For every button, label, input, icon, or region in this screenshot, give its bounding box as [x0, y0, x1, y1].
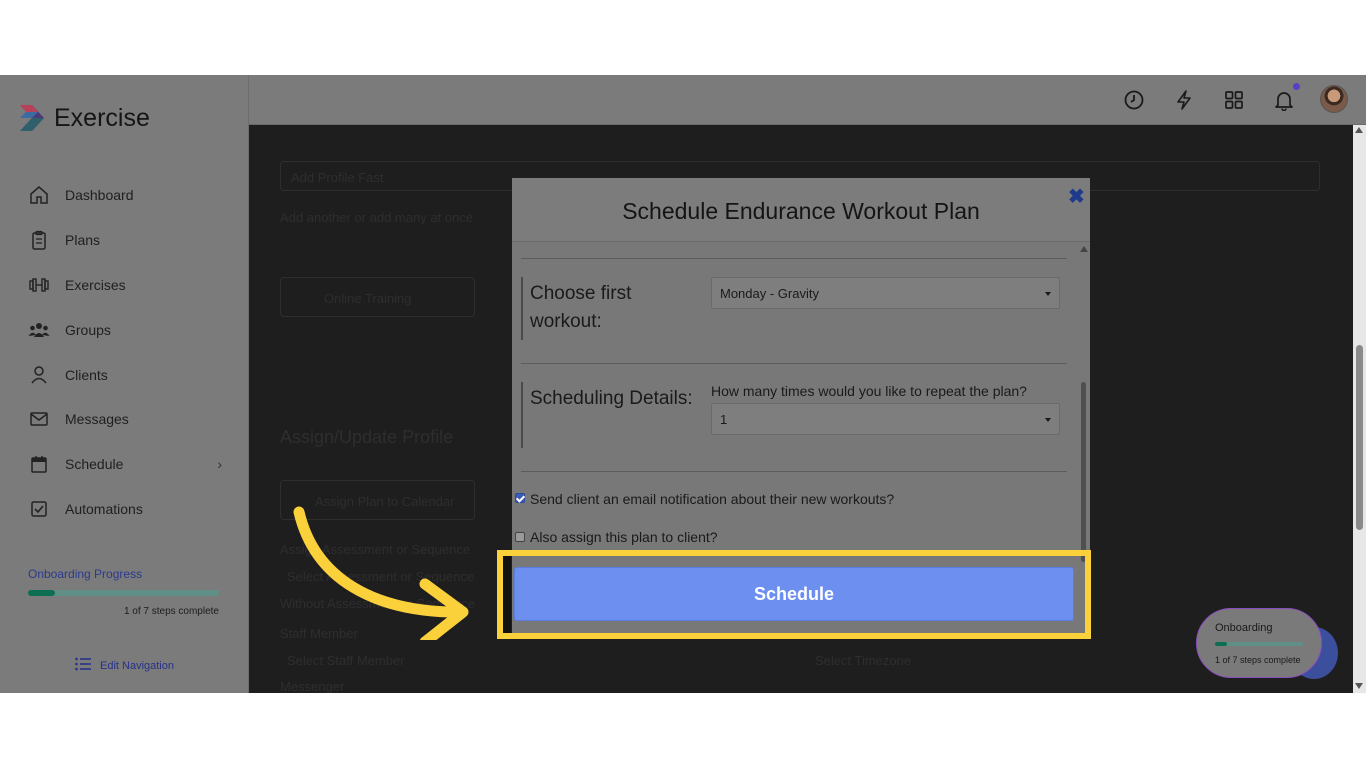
exercise-logo-icon	[20, 105, 44, 131]
clipboard-icon	[28, 229, 50, 251]
user-icon	[28, 364, 50, 386]
scheduling-details-label: Scheduling Details:	[530, 388, 693, 409]
email-notification-checkbox[interactable]	[515, 493, 525, 503]
bg-text: Add another or add many at once	[280, 210, 473, 225]
first-workout-value: Monday - Gravity	[720, 286, 819, 301]
sidebar-item-label: Exercises	[65, 276, 126, 293]
sidebar-item-label: Plans	[65, 232, 101, 249]
list-icon	[75, 657, 91, 674]
edit-navigation-link[interactable]: Edit Navigation	[75, 657, 174, 674]
sidebar-item-exercises[interactable]: Exercises	[28, 263, 228, 308]
onboarding-progress-fill	[28, 590, 55, 596]
bg-text: Online Training	[324, 291, 412, 306]
first-workout-label: Choose first workout:	[530, 283, 632, 332]
divider	[521, 363, 1067, 364]
divider	[521, 258, 1067, 259]
top-header	[249, 75, 1366, 125]
bg-text: Select Timezone	[815, 653, 912, 668]
groups-icon	[28, 319, 50, 341]
scroll-down-icon[interactable]	[1355, 683, 1363, 689]
page-scrollbar[interactable]	[1353, 125, 1366, 693]
home-icon	[28, 184, 50, 206]
first-workout-select[interactable]: Monday - Gravity	[711, 277, 1060, 309]
onboarding-progress-bar	[28, 590, 219, 596]
sidebar-item-label: Dashboard	[65, 187, 134, 204]
sidebar-item-label: Schedule	[65, 456, 124, 473]
sidebar-item-label: Messages	[65, 411, 129, 428]
checkbox-icon	[28, 498, 50, 520]
onboarding-widget[interactable]: Onboarding 1 of 7 steps complete	[1196, 608, 1322, 678]
mail-icon	[28, 408, 50, 430]
scroll-up-icon[interactable]	[1355, 127, 1363, 133]
pointer-arrow-icon	[293, 506, 469, 640]
sidebar-item-automations[interactable]: Automations	[28, 487, 228, 532]
close-icon[interactable]: ✖	[1068, 184, 1085, 209]
divider	[521, 471, 1067, 472]
onboarding-steps-text: 1 of 7 steps complete	[123, 606, 219, 617]
app-window: Exercise Dashboard Plans Exercises Group…	[0, 75, 1366, 693]
highlight-box	[497, 550, 1091, 639]
sidebar: Exercise Dashboard Plans Exercises Group…	[0, 75, 249, 693]
onboarding-widget-fill	[1215, 642, 1227, 646]
sidebar-item-plans[interactable]: Plans	[28, 218, 228, 263]
app-logo[interactable]: Exercise	[18, 103, 150, 133]
field-accent-bar	[521, 277, 523, 340]
sidebar-item-schedule[interactable]: Schedule ›	[28, 442, 228, 487]
scroll-up-icon[interactable]	[1080, 246, 1088, 252]
bg-text: Select Staff Member	[287, 653, 405, 668]
field-accent-bar	[521, 382, 523, 448]
scrollbar-thumb[interactable]	[1356, 345, 1363, 530]
onboarding-widget-steps: 1 of 7 steps complete	[1215, 655, 1301, 665]
onboarding-widget-bar	[1215, 642, 1303, 646]
bolt-icon[interactable]	[1173, 89, 1195, 111]
assign-plan-checkbox[interactable]	[515, 532, 525, 542]
calendar-icon	[28, 453, 50, 475]
bg-text: Assign/Update Profile	[280, 427, 454, 447]
email-notification-label: Send client an email notification about …	[530, 491, 895, 507]
caret-down-icon	[1045, 292, 1051, 296]
clock-icon[interactable]	[1123, 89, 1145, 111]
avatar[interactable]	[1320, 85, 1348, 113]
assign-plan-label: Also assign this plan to client?	[530, 529, 718, 545]
sidebar-item-messages[interactable]: Messages	[28, 397, 228, 442]
repeat-question: How many times would you like to repeat …	[711, 383, 1027, 399]
onboarding-widget-title: Onboarding	[1215, 622, 1273, 634]
modal-scrollbar-thumb[interactable]	[1081, 382, 1086, 562]
sidebar-nav: Dashboard Plans Exercises Groups Clients…	[28, 173, 228, 531]
app-name: Exercise	[54, 103, 150, 132]
sidebar-item-label: Clients	[65, 366, 108, 383]
modal-header: Schedule Endurance Workout Plan ✖	[512, 178, 1090, 242]
repeat-count-select[interactable]: 1	[711, 403, 1060, 435]
bell-icon[interactable]	[1273, 89, 1295, 111]
sidebar-item-dashboard[interactable]: Dashboard	[28, 173, 228, 218]
repeat-count-value: 1	[720, 412, 728, 427]
bg-text: Add Profile Fast	[291, 170, 384, 185]
chevron-right-icon: ›	[217, 456, 222, 473]
onboarding-progress-title[interactable]: Onboarding Progress	[28, 567, 142, 581]
sidebar-item-clients[interactable]: Clients	[28, 352, 228, 397]
notification-dot	[1293, 83, 1300, 90]
sidebar-item-label: Automations	[65, 500, 143, 517]
caret-down-icon	[1045, 418, 1051, 422]
grid-icon[interactable]	[1223, 89, 1245, 111]
modal-title: Schedule Endurance Workout Plan	[622, 198, 980, 224]
dumbbell-icon	[28, 274, 50, 296]
sidebar-item-groups[interactable]: Groups	[28, 307, 228, 352]
sidebar-item-label: Groups	[65, 321, 111, 338]
edit-navigation-label: Edit Navigation	[100, 659, 174, 672]
bg-text: Messenger	[280, 679, 345, 693]
